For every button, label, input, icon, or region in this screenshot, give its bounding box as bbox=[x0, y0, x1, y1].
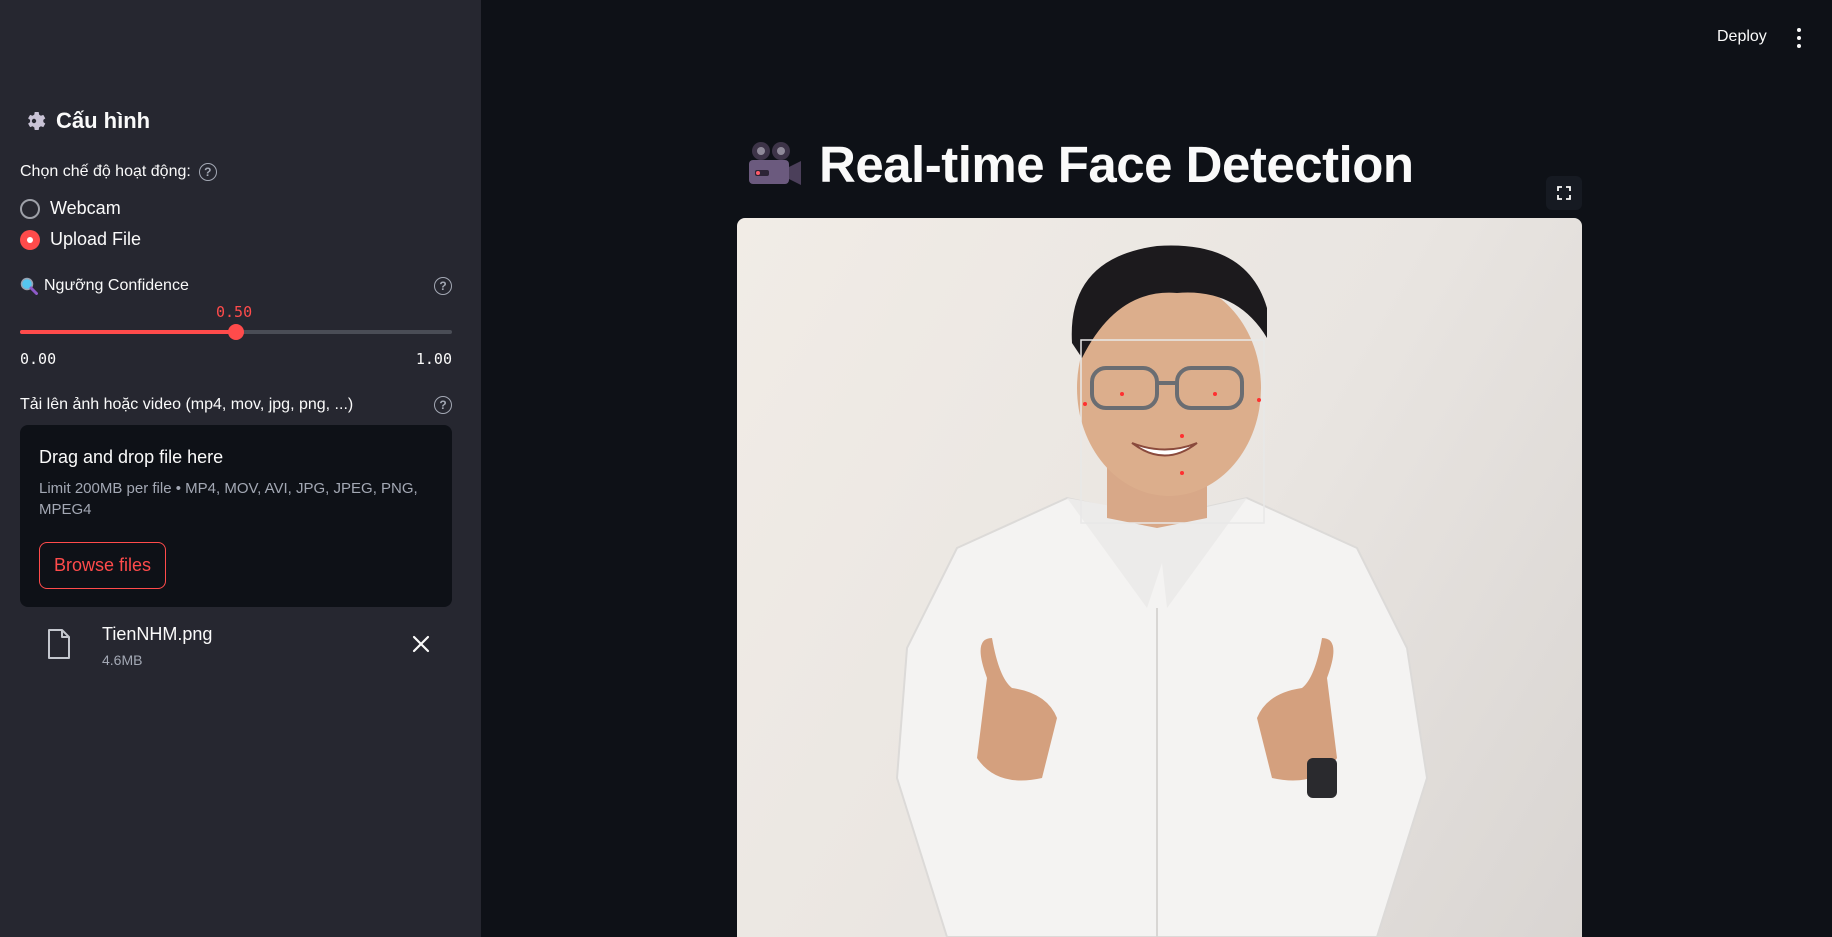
deploy-button[interactable]: Deploy bbox=[1717, 28, 1767, 46]
mode-label: Chọn chế độ hoạt động: ? bbox=[20, 163, 217, 181]
radio-webcam[interactable]: Webcam bbox=[20, 198, 121, 219]
help-icon[interactable]: ? bbox=[434, 277, 452, 295]
confidence-slider-fill bbox=[20, 330, 236, 334]
magnifying-glass-icon bbox=[20, 277, 38, 295]
main-menu-icon[interactable] bbox=[1794, 28, 1804, 48]
mode-label-text: Chọn chế độ hoạt động: bbox=[20, 163, 191, 180]
page-title-text: Real-time Face Detection bbox=[819, 136, 1414, 193]
movie-camera-icon bbox=[749, 141, 801, 185]
file-name: TienNHM.png bbox=[102, 624, 213, 644]
fullscreen-icon bbox=[1557, 186, 1571, 200]
page-title: Real-time Face Detection bbox=[745, 135, 1414, 194]
file-icon bbox=[48, 629, 70, 659]
radio-unselected-icon[interactable] bbox=[20, 198, 40, 219]
uploaded-file: TienNHM.png 4.6MB bbox=[20, 622, 452, 674]
person-photo bbox=[895, 245, 1429, 937]
confidence-slider-thumb[interactable] bbox=[228, 324, 244, 340]
slider-value: 0.50 bbox=[216, 303, 253, 321]
detection-output-image bbox=[737, 218, 1582, 937]
upload-label-text: Tải lên ảnh hoặc video (mp4, mov, jpg, p… bbox=[20, 396, 354, 413]
help-icon[interactable]: ? bbox=[434, 396, 452, 414]
dropzone-limits: Limit 200MB per file • MP4, MOV, AVI, JP… bbox=[39, 480, 418, 518]
sidebar-title: Cấu hình bbox=[22, 108, 150, 134]
help-icon[interactable]: ? bbox=[198, 163, 217, 181]
sidebar-title-text: Cấu hình bbox=[56, 108, 151, 133]
radio-webcam-label: Webcam bbox=[50, 198, 121, 218]
file-size: 4.6MB bbox=[102, 652, 143, 668]
upload-label: Tải lên ảnh hoặc video (mp4, mov, jpg, p… bbox=[20, 396, 452, 414]
browse-files-button[interactable]: Browse files bbox=[39, 542, 166, 589]
file-dropzone[interactable]: Drag and drop file here Limit 200MB per … bbox=[20, 425, 452, 607]
dropzone-title: Drag and drop file here bbox=[39, 447, 224, 467]
radio-upload-file-label: Upload File bbox=[50, 229, 142, 249]
radio-selected-icon[interactable] bbox=[20, 229, 40, 250]
slider-min: 0.00 bbox=[20, 350, 57, 368]
slider-max: 1.00 bbox=[415, 350, 452, 368]
gear-icon bbox=[28, 112, 46, 130]
radio-upload-file[interactable]: Upload File bbox=[20, 229, 141, 250]
confidence-label-text: Ngưỡng Confidence bbox=[44, 277, 189, 294]
close-icon[interactable] bbox=[412, 635, 430, 653]
confidence-label: Ngưỡng Confidence ? bbox=[20, 277, 452, 295]
fullscreen-button[interactable] bbox=[1546, 176, 1582, 210]
sidebar: Cấu hình Chọn chế độ hoạt động: ? Webcam… bbox=[0, 0, 481, 937]
